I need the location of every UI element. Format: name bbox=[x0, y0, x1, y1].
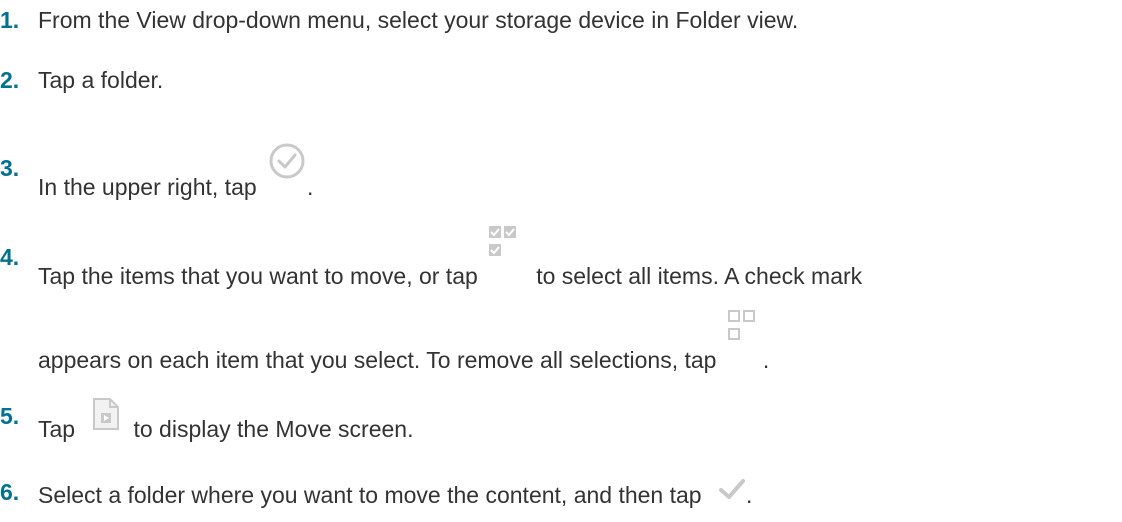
step-text: appears on each item that you select. To… bbox=[38, 347, 717, 373]
deselect-all-icon bbox=[727, 308, 757, 348]
step-text-end: . bbox=[745, 482, 753, 508]
step-text-end: . bbox=[307, 174, 314, 200]
step-text: Tap a folder. bbox=[38, 67, 164, 93]
step-number: 2. bbox=[0, 67, 20, 93]
step-text: Tap the items that you want to move, or … bbox=[38, 263, 478, 289]
step-number: 4. bbox=[0, 244, 20, 270]
move-document-icon bbox=[91, 397, 121, 431]
step-text: From the View drop-down menu, select you… bbox=[38, 7, 799, 33]
select-circle-check-icon bbox=[267, 141, 307, 181]
step-number: 3. bbox=[0, 155, 20, 181]
step-text-cont: to select all items. A check mark bbox=[536, 263, 863, 289]
select-all-icon bbox=[488, 224, 518, 264]
step-text-end: . bbox=[762, 347, 770, 373]
step-text: Tap bbox=[38, 416, 76, 442]
step-text: In the upper right, tap bbox=[38, 174, 257, 200]
step-number: 5. bbox=[0, 403, 20, 429]
step-text-cont: to display the Move screen. bbox=[133, 416, 414, 442]
step-number: 6. bbox=[0, 479, 20, 505]
step-text: Select a folder where you want to move t… bbox=[38, 482, 702, 508]
checkmark-icon bbox=[718, 477, 746, 501]
step-number: 1. bbox=[0, 7, 20, 33]
